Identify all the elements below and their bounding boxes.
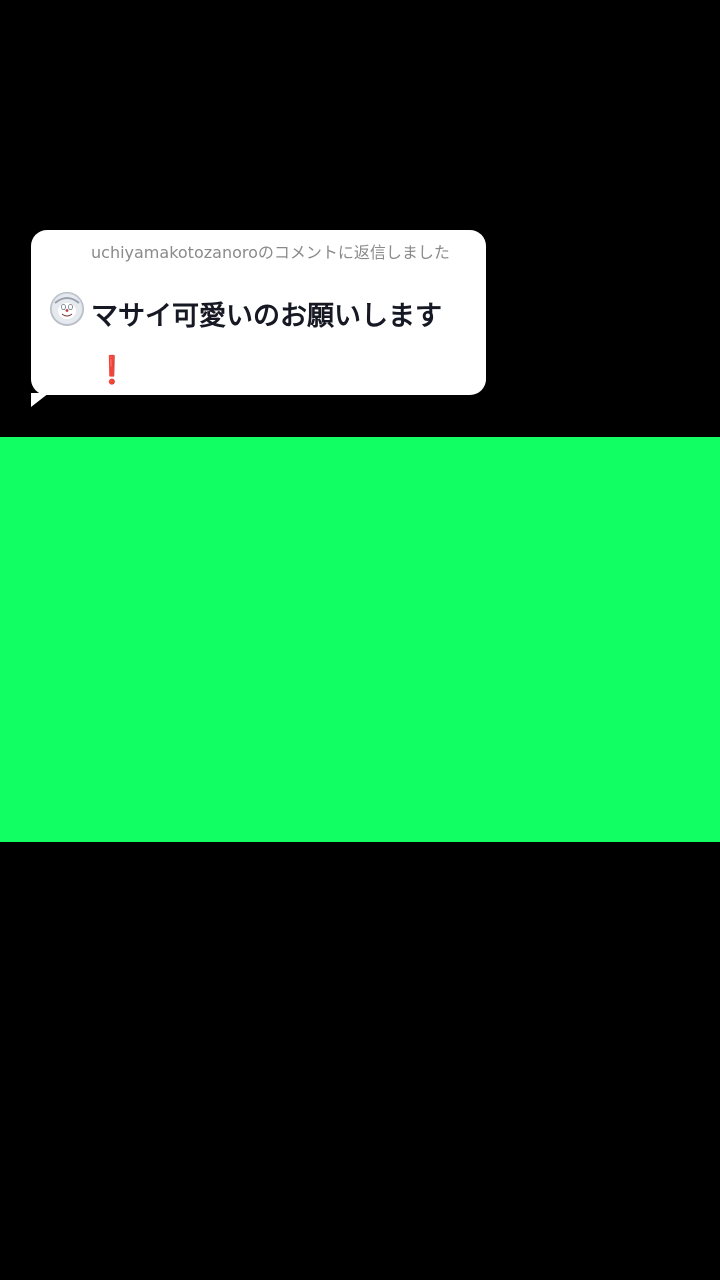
exclamation-emoji-icon: ❗ [95,355,129,386]
avatar-face-icon [52,294,82,324]
commenter-avatar-icon[interactable] [50,292,84,326]
reply-header-text: uchiyamakotozanoroのコメントに返信しました [91,243,450,262]
reply-message: マサイ可愛いのお願いします ❗ [91,290,481,398]
bubble-tail [31,393,49,407]
reply-message-text: マサイ可愛いのお願いします [91,301,442,332]
video-screen: uchiyamakotozanoroのコメントに返信しました マサイ可愛いのお願… [0,0,720,1280]
green-screen-area [0,437,720,842]
reply-comment-sticker[interactable]: uchiyamakotozanoroのコメントに返信しました マサイ可愛いのお願… [31,230,486,407]
